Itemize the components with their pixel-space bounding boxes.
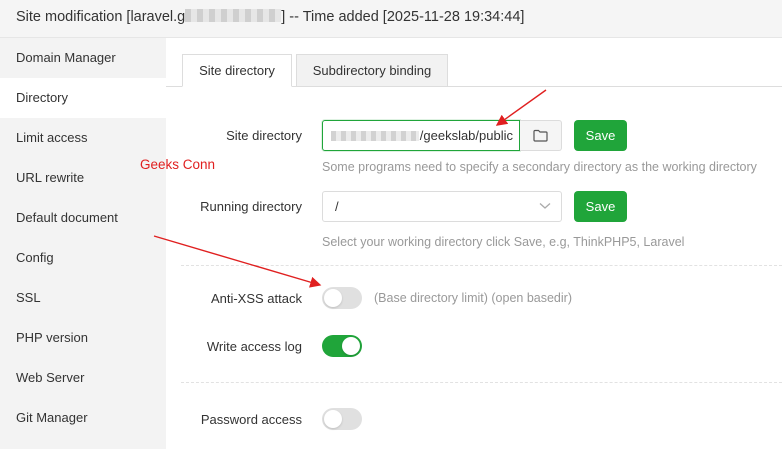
title-suffix: ] -- Time added [2025-11-28 19:34:44] bbox=[281, 9, 525, 25]
browse-folder-button[interactable] bbox=[520, 120, 562, 151]
sidebar-item-label: Directory bbox=[16, 90, 69, 105]
running-directory-label: Running directory bbox=[200, 199, 302, 214]
site-directory-hint: Some programs need to specify a secondar… bbox=[322, 160, 757, 174]
section-divider bbox=[181, 382, 782, 383]
anti-xss-label: Anti-XSS attack bbox=[210, 291, 302, 306]
sidebar-item-web-server[interactable]: Web Server bbox=[0, 358, 166, 398]
toggle-knob bbox=[342, 337, 360, 355]
sidebar-item-label: Default document bbox=[16, 210, 118, 225]
toggle-knob bbox=[324, 289, 342, 307]
sidebar-item-label: Limit access bbox=[16, 130, 88, 145]
sidebar-item-git-manager[interactable]: Git Manager bbox=[0, 398, 166, 438]
sidebar-item-domain-manager[interactable]: Domain Manager bbox=[0, 38, 166, 78]
tab-label: Site directory bbox=[199, 63, 275, 78]
sidebar-item-label: Web Server bbox=[16, 370, 85, 385]
sidebar-item-ssl[interactable]: SSL bbox=[0, 278, 166, 318]
sidebar-item-php-version[interactable]: PHP version bbox=[0, 318, 166, 358]
write-access-log-toggle[interactable] bbox=[322, 335, 362, 357]
annotation-arrow-anti-xss bbox=[153, 235, 322, 288]
toggle-knob bbox=[324, 410, 342, 428]
site-directory-input[interactable]: /geekslab/public bbox=[322, 120, 520, 151]
chevron-down-icon bbox=[539, 203, 551, 209]
redacted-domain bbox=[185, 9, 282, 22]
save-running-directory-button[interactable]: Save bbox=[574, 191, 627, 222]
redacted-path bbox=[331, 131, 419, 141]
tab-site-directory[interactable]: Site directory bbox=[182, 54, 292, 87]
anti-xss-toggle[interactable] bbox=[322, 287, 362, 309]
sidebar-item-label: Config bbox=[16, 250, 54, 265]
password-access-label: Password access bbox=[200, 412, 302, 427]
site-directory-value: /geekslab/public bbox=[419, 128, 513, 143]
window-title: Site modification [laravel.g ] -- Time ad… bbox=[16, 9, 524, 25]
tab-bar: Site directory Subdirectory binding bbox=[166, 38, 782, 87]
sidebar-item-limit-access[interactable]: Limit access bbox=[0, 118, 166, 158]
section-divider bbox=[181, 265, 782, 266]
tab-subdirectory-binding[interactable]: Subdirectory binding bbox=[296, 54, 448, 87]
sidebar-item-label: Git Manager bbox=[16, 410, 88, 425]
tab-label: Subdirectory binding bbox=[312, 63, 432, 78]
sidebar-item-config[interactable]: Config bbox=[0, 238, 166, 278]
title-prefix: Site modification [laravel.g bbox=[16, 9, 186, 25]
sidebar-item-label: URL rewrite bbox=[16, 170, 85, 185]
folder-icon bbox=[533, 129, 548, 142]
watermark-text: Geeks Conn bbox=[140, 157, 216, 172]
sidebar-item-directory[interactable]: Directory bbox=[0, 78, 166, 118]
password-access-toggle[interactable] bbox=[322, 408, 362, 430]
running-directory-select[interactable]: / bbox=[322, 191, 562, 222]
site-directory-label: Site directory bbox=[226, 128, 302, 143]
sidebar-item-label: Domain Manager bbox=[16, 50, 116, 65]
sidebar-item-label: PHP version bbox=[16, 330, 89, 345]
window-titlebar: Site modification [laravel.g ] -- Time ad… bbox=[0, 0, 782, 38]
anti-xss-note: (Base directory limit) (open basedir) bbox=[374, 291, 572, 305]
running-directory-hint: Select your working directory click Save… bbox=[322, 235, 685, 249]
sidebar-item-label: SSL bbox=[16, 290, 41, 305]
sidebar: Domain Manager Directory Limit access UR… bbox=[0, 38, 166, 449]
sidebar-item-default-document[interactable]: Default document bbox=[0, 198, 166, 238]
running-directory-value: / bbox=[335, 199, 339, 214]
write-access-log-label: Write access log bbox=[206, 339, 302, 354]
save-site-directory-button[interactable]: Save bbox=[574, 120, 627, 151]
